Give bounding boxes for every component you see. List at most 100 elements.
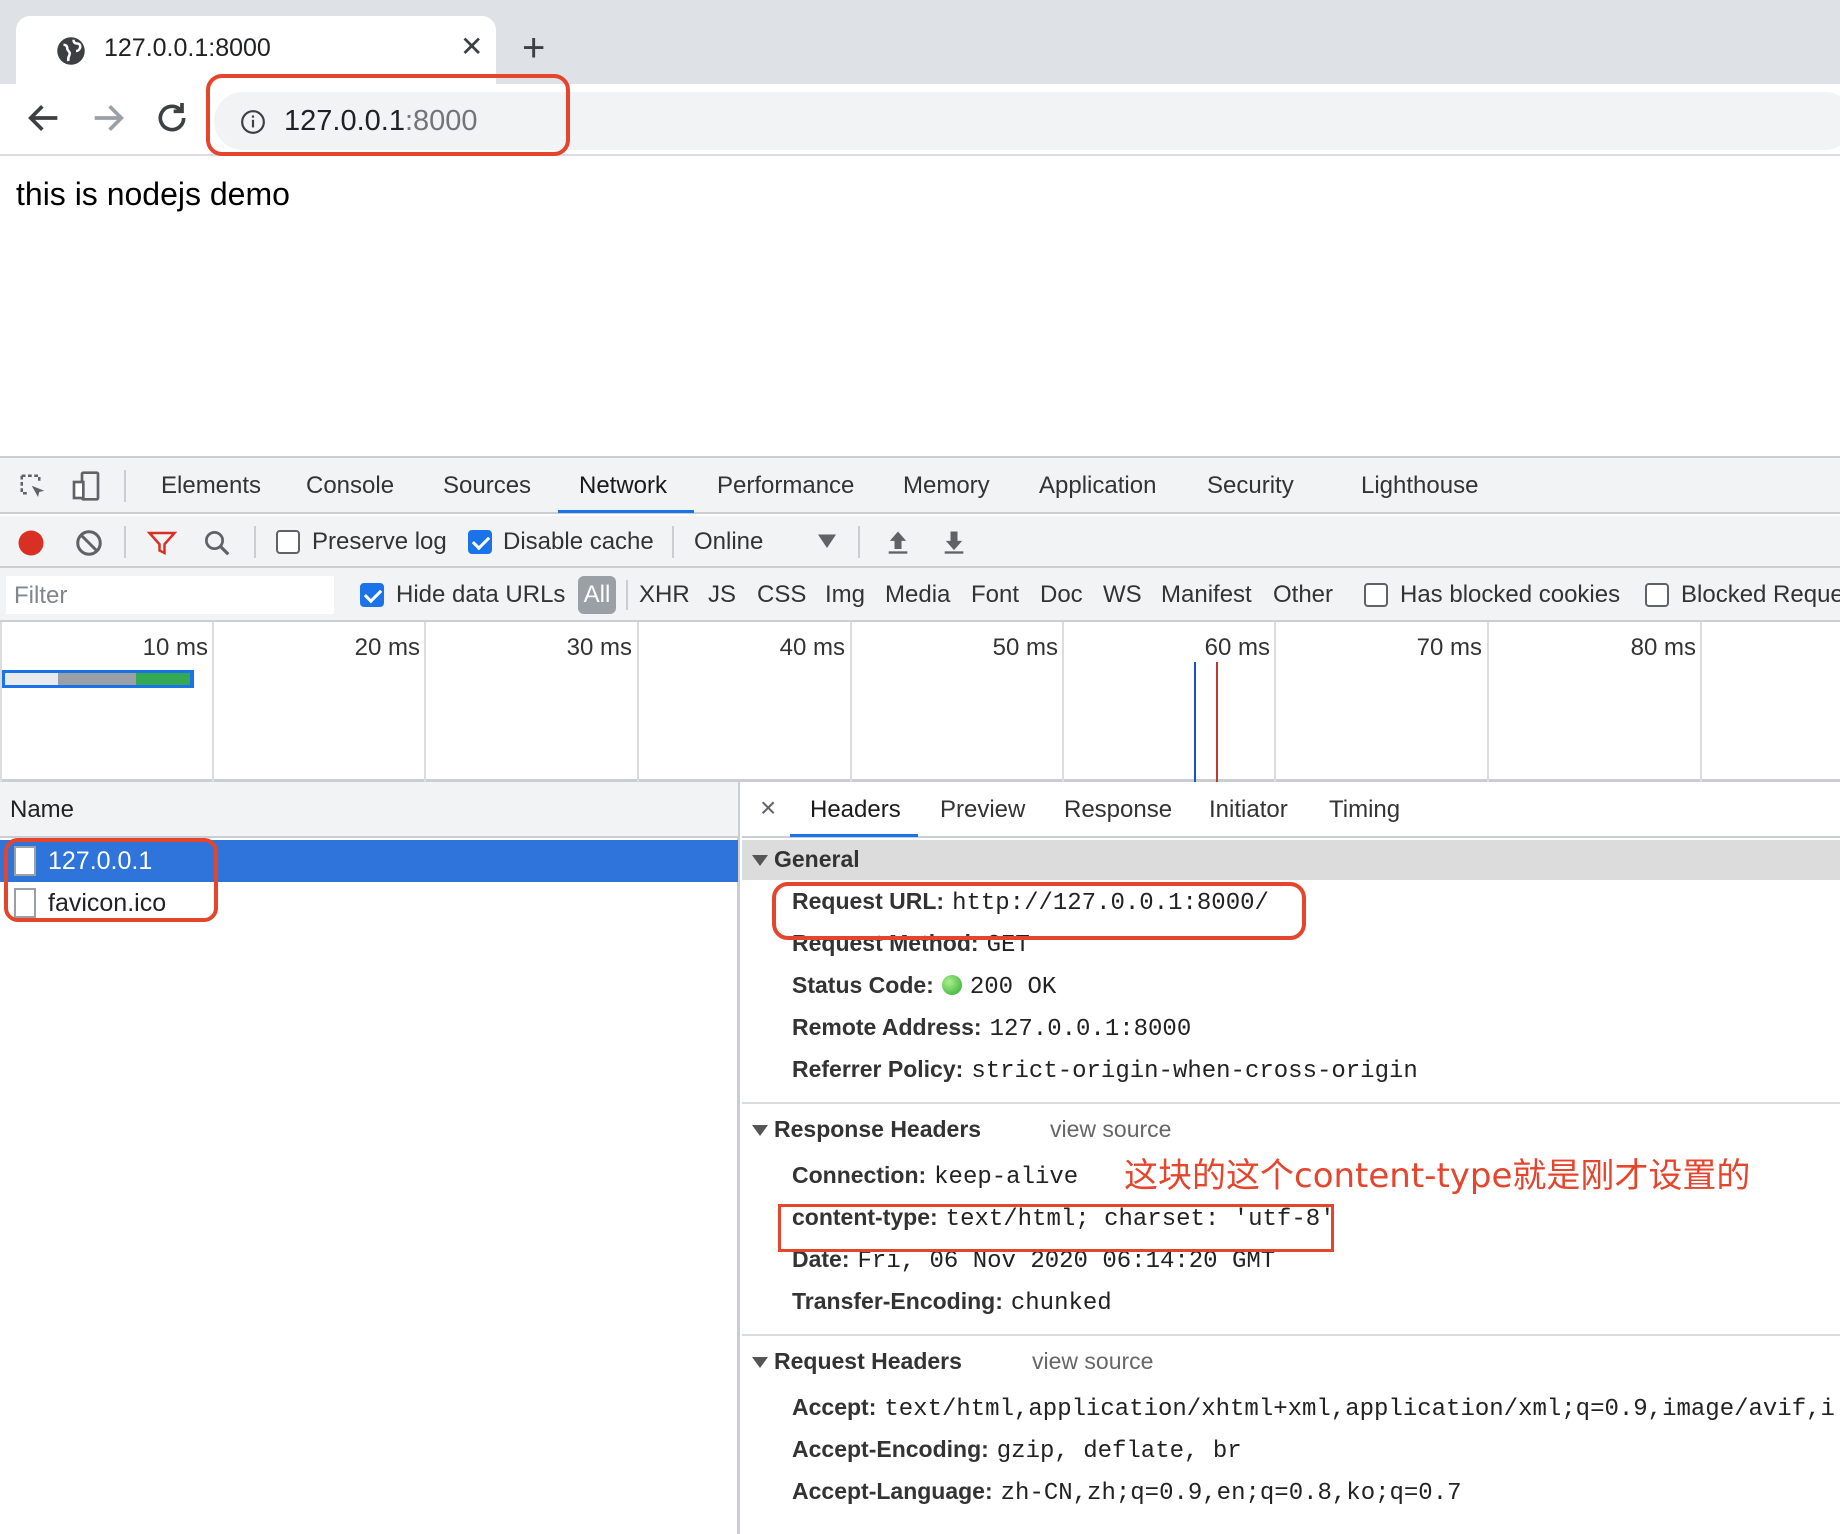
separator — [124, 526, 126, 558]
header-key: Accept-Encoding: — [792, 1436, 989, 1462]
preserve-log-label: Preserve log — [312, 528, 447, 555]
response-headers-section-header[interactable]: Response Headers — [752, 1116, 981, 1143]
hide-data-urls-checkbox[interactable] — [360, 583, 384, 607]
tab-performance[interactable]: Performance — [717, 472, 854, 500]
response-view-source-link[interactable]: view source — [1050, 1116, 1171, 1143]
new-tab-button[interactable]: + — [522, 28, 545, 68]
throttling-select[interactable]: Online — [694, 528, 763, 556]
separator — [124, 470, 126, 502]
tab-response[interactable]: Response — [1064, 796, 1172, 824]
tab-console[interactable]: Console — [306, 472, 394, 500]
type-filter-doc[interactable]: Doc — [1040, 581, 1083, 609]
header-value: keep-alive — [934, 1164, 1079, 1191]
network-toolbar: Preserve log Disable cache Online — [0, 516, 1840, 568]
preserve-log-checkbox[interactable] — [276, 530, 300, 554]
tab-application[interactable]: Application — [1039, 472, 1156, 500]
header-row-connection: Connection: keep-alive — [792, 1162, 1078, 1191]
request-headers-section-header[interactable]: Request Headers — [752, 1348, 962, 1375]
type-filter-ws[interactable]: WS — [1103, 581, 1142, 609]
back-arrow-icon[interactable] — [24, 98, 64, 138]
type-filter-js[interactable]: JS — [708, 581, 736, 609]
grid-line — [424, 622, 426, 782]
name-column-label: Name — [10, 796, 75, 823]
type-filter-font[interactable]: Font — [971, 581, 1019, 609]
highlight-box-url — [206, 74, 570, 156]
has-blocked-cookies-checkbox[interactable] — [1364, 583, 1388, 607]
devtools-panel: Elements Console Sources Network Perform… — [0, 456, 1840, 1534]
forward-arrow-icon[interactable] — [88, 98, 128, 138]
tab-security[interactable]: Security — [1207, 472, 1294, 500]
header-value: gzip, deflate, br — [996, 1438, 1242, 1465]
tick-label-70ms: 70 ms — [1416, 634, 1482, 661]
response-headers-title: Response Headers — [774, 1116, 982, 1142]
header-row-accept: Accept: text/html,application/xhtml+xml,a… — [792, 1394, 1835, 1423]
type-filter-media[interactable]: Media — [885, 581, 950, 609]
request-headers-title: Request Headers — [774, 1348, 962, 1374]
export-har-icon[interactable] — [940, 526, 968, 558]
header-value: Fri, 06 Nov 2020 06:14:20 GMT — [857, 1248, 1276, 1275]
type-filter-other[interactable]: Other — [1273, 581, 1333, 609]
grid-line — [1062, 622, 1064, 782]
header-row-referrer-policy: Referrer Policy: strict-origin-when-cross… — [792, 1056, 1418, 1085]
tab-sources[interactable]: Sources — [443, 472, 531, 500]
active-tab-indicator — [558, 510, 694, 513]
grid-line — [1274, 622, 1276, 782]
header-value: chunked — [1010, 1290, 1112, 1317]
header-row-accept-encoding: Accept-Encoding: gzip, deflate, br — [792, 1436, 1242, 1465]
type-filter-manifest[interactable]: Manifest — [1161, 581, 1252, 609]
separator — [858, 526, 860, 558]
header-row-status-code: Status Code: 200 OK — [792, 972, 1056, 1001]
request-bar-download — [136, 673, 190, 685]
blocked-requests-label: Blocked Reque — [1681, 581, 1840, 608]
type-filter-xhr[interactable]: XHR — [639, 581, 690, 609]
grid-line — [637, 622, 639, 782]
network-overview-timeline[interactable]: 10 ms 20 ms 30 ms 40 ms 50 ms 60 ms 70 m… — [0, 622, 1840, 782]
grid-line — [212, 622, 214, 782]
page-body-text: this is nodejs demo — [16, 176, 290, 212]
reload-icon[interactable] — [152, 98, 192, 138]
tab-memory[interactable]: Memory — [903, 472, 990, 500]
tab-elements[interactable]: Elements — [161, 472, 261, 500]
header-row-accept-language: Accept-Language: zh-CN,zh;q=0.9,en;q=0.8,… — [792, 1478, 1462, 1507]
globe-icon — [57, 37, 85, 65]
blocked-requests-checkbox[interactable] — [1645, 583, 1669, 607]
header-row-transfer-encoding: Transfer-Encoding: chunked — [792, 1288, 1112, 1317]
tab-headers[interactable]: Headers — [810, 796, 901, 824]
filter-icon[interactable] — [146, 528, 178, 558]
highlight-box-content-type — [778, 1204, 1334, 1252]
tab-network[interactable]: Network — [579, 472, 667, 500]
tick-label-20ms: 20 ms — [354, 634, 420, 661]
device-toolbar-icon[interactable] — [70, 470, 102, 502]
request-view-source-link[interactable]: view source — [1032, 1348, 1153, 1375]
type-filter-css[interactable]: CSS — [757, 581, 806, 609]
tick-label-60ms: 60 ms — [1204, 634, 1270, 661]
dropdown-triangle-icon[interactable] — [818, 534, 836, 550]
import-har-icon[interactable] — [884, 526, 912, 558]
record-icon[interactable] — [16, 528, 46, 558]
highlight-box-request-names — [4, 838, 218, 922]
tick-label-80ms: 80 ms — [1630, 634, 1696, 661]
tab-initiator[interactable]: Initiator — [1209, 796, 1288, 824]
browser-tab-strip: 127.0.0.1:8000 ✕ + — [0, 0, 1840, 84]
header-key: Accept: — [792, 1394, 877, 1420]
tab-lighthouse[interactable]: Lighthouse — [1361, 472, 1478, 500]
type-filter-img[interactable]: Img — [825, 581, 865, 609]
header-value: text/html,application/xhtml+xml,applicat… — [884, 1396, 1835, 1423]
separator — [626, 580, 628, 610]
type-filter-all[interactable]: All — [578, 576, 616, 614]
search-icon[interactable] — [202, 528, 232, 558]
disable-cache-checkbox[interactable] — [468, 530, 492, 554]
tab-preview[interactable]: Preview — [940, 796, 1025, 824]
grid-line — [850, 622, 852, 782]
name-column-header[interactable]: Name — [0, 782, 738, 838]
tick-label-50ms: 50 ms — [992, 634, 1058, 661]
close-tab-icon[interactable]: ✕ — [460, 33, 483, 61]
disable-cache-label: Disable cache — [503, 528, 654, 555]
general-section-header[interactable]: General — [742, 840, 1840, 880]
filter-placeholder: Filter — [14, 582, 68, 609]
filter-input[interactable]: Filter — [6, 576, 334, 614]
close-detail-icon[interactable]: × — [760, 792, 776, 824]
inspect-element-icon[interactable] — [18, 472, 48, 502]
clear-icon[interactable] — [74, 528, 104, 558]
tab-timing[interactable]: Timing — [1329, 796, 1400, 824]
